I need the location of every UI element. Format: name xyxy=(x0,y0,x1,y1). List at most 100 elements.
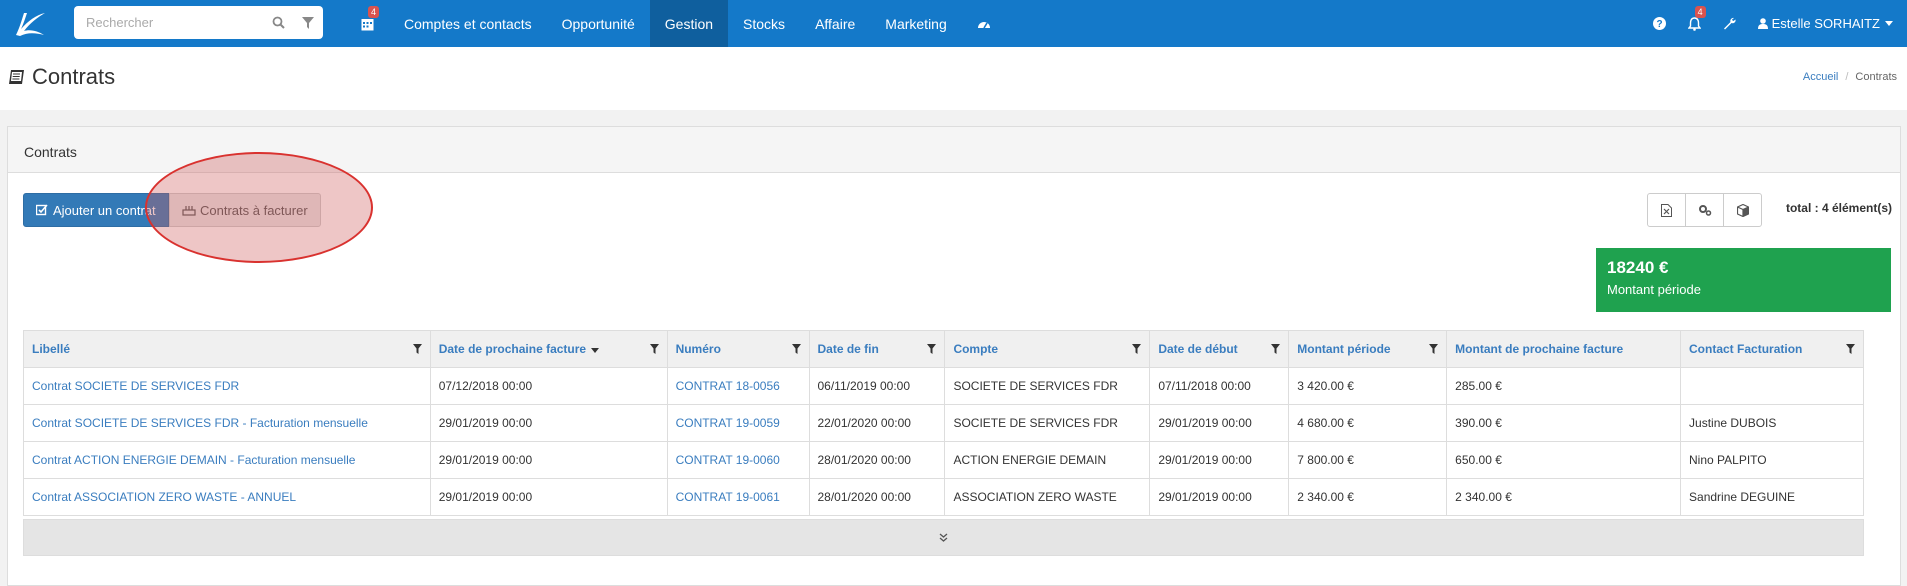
col-header-label: Date de fin xyxy=(817,342,879,356)
col-header-end-date[interactable]: Date de fin xyxy=(808,330,946,368)
user-menu[interactable]: Estelle SORHAITZ xyxy=(1747,0,1907,47)
breadcrumb: Accueil / Contrats xyxy=(1803,71,1897,83)
table-header-row: Libellé Date de prochaine facture Numéro… xyxy=(23,330,1864,368)
cell-compte: ACTION ENERGIE DEMAIN xyxy=(944,441,1151,479)
column-filter-icon[interactable] xyxy=(1846,343,1855,357)
double-chevron-down-icon xyxy=(939,533,948,542)
col-header-label: Contact Facturation xyxy=(1689,342,1803,356)
main-nav: 4 Comptes et contacts Opportunité Gestio… xyxy=(346,0,1006,47)
cell-end-date: 06/11/2019 00:00 xyxy=(808,367,946,405)
table-row[interactable]: Contrat ACTION ENERGIE DEMAIN - Facturat… xyxy=(23,441,1864,479)
column-filter-icon[interactable] xyxy=(791,343,801,357)
dashboard-nav[interactable] xyxy=(962,0,1006,47)
app-logo[interactable] xyxy=(0,0,60,47)
cell-amount-period: 2 340.00 € xyxy=(1288,478,1448,516)
cell-next-invoice-date: 29/01/2019 00:00 xyxy=(429,441,668,479)
col-header-numero[interactable]: Numéro xyxy=(666,330,810,368)
calendar-icon xyxy=(361,18,374,30)
cell-libelle-link[interactable]: Contrat SOCIETE DE SERVICES FDR xyxy=(23,367,431,405)
column-filter-icon[interactable] xyxy=(649,343,659,357)
nav-affaire[interactable]: Affaire xyxy=(800,0,870,47)
nav-gestion[interactable]: Gestion xyxy=(649,0,729,47)
amount-period-stat: 18240 € Montant période xyxy=(1596,248,1891,312)
col-header-start-date[interactable]: Date de début xyxy=(1149,330,1290,368)
cell-next-invoice-amount: 650.00 € xyxy=(1446,441,1682,479)
col-header-label: Date de début xyxy=(1158,342,1238,356)
wrench-icon xyxy=(1723,17,1736,30)
cell-numero-link[interactable]: CONTRAT 19-0061 xyxy=(666,478,810,516)
top-navbar: Rechercher 4 Comptes et contacts Opportu… xyxy=(0,0,1907,47)
caret-down-icon xyxy=(1885,21,1893,26)
col-header-billing-contact[interactable]: Contact Facturation xyxy=(1680,330,1864,368)
col-header-next-invoice-amount[interactable]: Montant de prochaine facture xyxy=(1446,330,1682,368)
col-header-label: Montant de prochaine facture xyxy=(1455,342,1624,356)
cell-compte: ASSOCIATION ZERO WASTE xyxy=(944,478,1151,516)
cell-start-date: 29/01/2019 00:00 xyxy=(1149,441,1290,479)
stat-label: Montant période xyxy=(1607,282,1701,297)
settings-button[interactable] xyxy=(1712,0,1747,47)
right-nav: ? 4 Estelle SORHAITZ xyxy=(1642,0,1907,47)
breadcrumb-separator: / xyxy=(1845,71,1849,83)
col-header-next-invoice-date[interactable]: Date de prochaine facture xyxy=(429,330,668,368)
calendar-nav[interactable]: 4 xyxy=(346,0,389,47)
stat-value: 18240 € xyxy=(1607,258,1669,277)
column-filter-icon[interactable] xyxy=(412,343,422,357)
column-filter-icon[interactable] xyxy=(1132,343,1142,357)
export-excel-button[interactable] xyxy=(1647,193,1686,227)
cell-billing-contact: Justine DUBOIS xyxy=(1680,404,1864,442)
column-filter-icon[interactable] xyxy=(927,343,937,357)
nav-stocks[interactable]: Stocks xyxy=(728,0,800,47)
page-title-text: Contrats xyxy=(32,64,116,89)
cell-end-date: 28/01/2020 00:00 xyxy=(808,441,946,479)
column-filter-icon[interactable] xyxy=(1429,343,1439,357)
col-header-label: Date de prochaine facture xyxy=(438,342,587,356)
col-header-label: Compte xyxy=(953,342,999,356)
table-row[interactable]: Contrat ASSOCIATION ZERO WASTE - ANNUEL … xyxy=(23,478,1864,516)
table-row[interactable]: Contrat SOCIETE DE SERVICES FDR - Factur… xyxy=(23,404,1864,442)
cell-billing-contact xyxy=(1680,367,1864,405)
contracts-panel: Contrats Ajouter un contrat Contrats à f… xyxy=(7,126,1901,586)
cell-next-invoice-date: 07/12/2018 00:00 xyxy=(429,367,668,405)
search-input[interactable]: Rechercher xyxy=(86,15,263,30)
cell-amount-period: 4 680.00 € xyxy=(1288,404,1448,442)
cell-numero-link[interactable]: CONTRAT 19-0059 xyxy=(666,404,810,442)
breadcrumb-home[interactable]: Accueil xyxy=(1803,71,1838,83)
cell-billing-contact: Sandrine DEGUINE xyxy=(1680,478,1864,516)
cell-numero-link[interactable]: CONTRAT 18-0056 xyxy=(666,367,810,405)
cell-libelle-link[interactable]: Contrat SOCIETE DE SERVICES FDR - Factur… xyxy=(23,404,431,442)
col-header-compte[interactable]: Compte xyxy=(944,330,1151,368)
settings-tool-button[interactable] xyxy=(1685,193,1724,227)
notifications-button[interactable]: 4 xyxy=(1677,0,1712,47)
cell-next-invoice-amount: 2 340.00 € xyxy=(1446,478,1682,516)
cogs-icon xyxy=(1698,205,1711,216)
cell-amount-period: 3 420.00 € xyxy=(1288,367,1448,405)
cell-next-invoice-amount: 285.00 € xyxy=(1446,367,1682,405)
cell-compte: SOCIETE DE SERVICES FDR xyxy=(944,404,1151,442)
load-more-button[interactable] xyxy=(23,519,1864,556)
user-icon xyxy=(1757,18,1768,29)
file-excel-icon xyxy=(1661,203,1672,217)
archive-tool-button[interactable] xyxy=(1723,193,1762,227)
column-filter-icon[interactable] xyxy=(1271,343,1281,357)
help-button[interactable]: ? xyxy=(1642,0,1677,47)
search-icon[interactable] xyxy=(263,6,293,39)
calendar-badge: 4 xyxy=(368,6,380,18)
nav-marketing[interactable]: Marketing xyxy=(870,0,961,47)
cell-numero-link[interactable]: CONTRAT 19-0060 xyxy=(666,441,810,479)
filter-icon[interactable] xyxy=(293,6,323,39)
nav-opportunite[interactable]: Opportunité xyxy=(547,0,650,47)
cell-next-invoice-date: 29/01/2019 00:00 xyxy=(429,478,668,516)
col-header-amount-period[interactable]: Montant période xyxy=(1288,330,1448,368)
highlight-annotation xyxy=(145,152,373,263)
notifications-badge: 4 xyxy=(1694,6,1706,18)
cell-next-invoice-date: 29/01/2019 00:00 xyxy=(429,404,668,442)
svg-text:?: ? xyxy=(1656,19,1662,30)
table-row[interactable]: Contrat SOCIETE DE SERVICES FDR 07/12/20… xyxy=(23,367,1864,405)
search-box[interactable]: Rechercher xyxy=(74,6,323,39)
col-header-label: Montant période xyxy=(1297,342,1391,356)
cell-libelle-link[interactable]: Contrat ASSOCIATION ZERO WASTE - ANNUEL xyxy=(23,478,431,516)
cell-libelle-link[interactable]: Contrat ACTION ENERGIE DEMAIN - Facturat… xyxy=(23,441,431,479)
nav-comptes-contacts[interactable]: Comptes et contacts xyxy=(389,0,547,47)
page-header: Contrats Accueil / Contrats xyxy=(0,47,1907,110)
col-header-libelle[interactable]: Libellé xyxy=(23,330,431,368)
